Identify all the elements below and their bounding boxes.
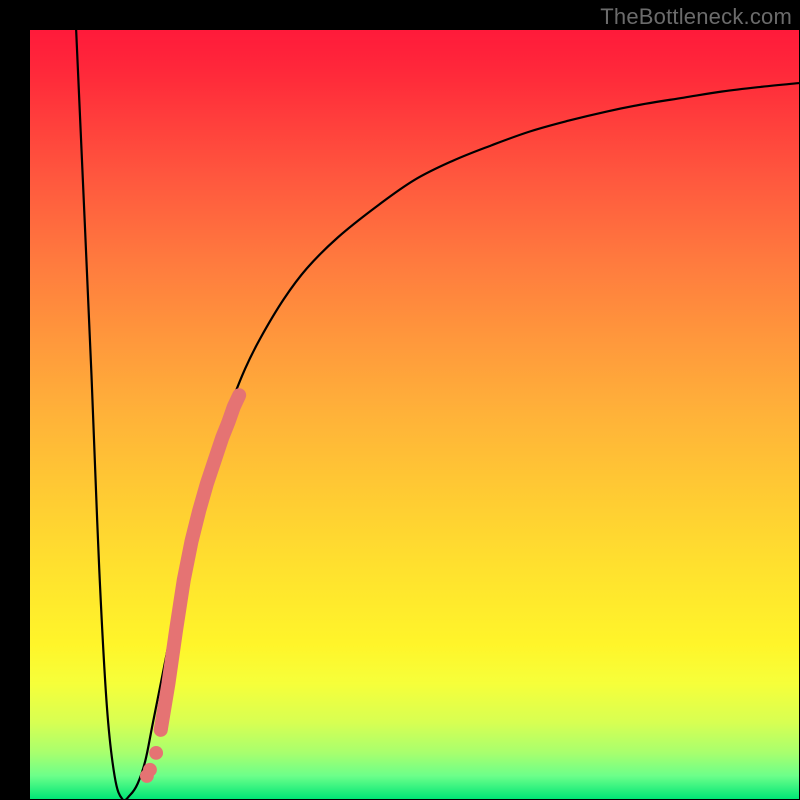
dot-cluster-point	[143, 763, 157, 777]
plot-svg	[30, 30, 799, 799]
bottleneck-curve	[76, 30, 799, 800]
chart-frame: TheBottleneck.com	[0, 0, 800, 800]
dot-cluster-point	[149, 746, 163, 760]
dots-layer	[140, 395, 239, 783]
curve-layer	[76, 30, 799, 800]
dot-cluster-band	[161, 395, 239, 730]
dot-cluster-point	[154, 723, 168, 737]
watermark-text: TheBottleneck.com	[600, 4, 792, 30]
plot-area	[30, 30, 799, 799]
